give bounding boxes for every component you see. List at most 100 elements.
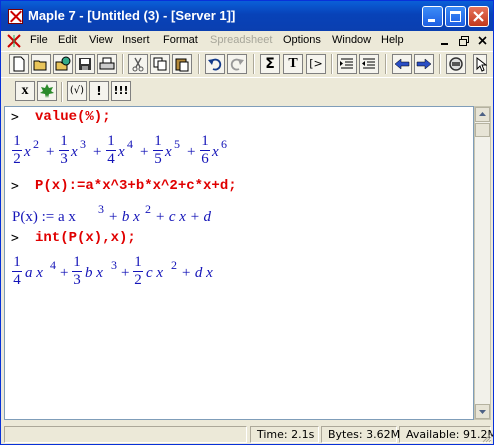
- prompt-marker: >: [11, 110, 19, 125]
- scroll-thumb[interactable]: [475, 123, 490, 137]
- prompt-marker: >: [11, 179, 19, 194]
- menu-insert[interactable]: Insert: [122, 34, 150, 46]
- prompt-marker: >: [11, 231, 19, 246]
- menu-edit[interactable]: Edit: [58, 34, 77, 46]
- worksheet[interactable]: > value(%); 12 x 2 + 13 x 3 + 14 x 4 + 1…: [4, 106, 474, 420]
- toolbar-separator: [331, 54, 333, 74]
- menu-spreadsheet: Spreadsheet: [210, 34, 273, 46]
- status-available: Available: 91.2M: [399, 426, 493, 443]
- open-button[interactable]: [31, 54, 51, 74]
- menu-help[interactable]: Help: [381, 34, 404, 46]
- copy-button[interactable]: [150, 54, 170, 74]
- input-line-3[interactable]: int(P(x),x);: [35, 230, 136, 246]
- toolbar-separator: [198, 54, 200, 74]
- insert-text-button[interactable]: T: [283, 54, 303, 74]
- redo-icon: [230, 58, 244, 71]
- help-cursor-icon: [476, 56, 487, 72]
- menu-window[interactable]: Window: [332, 34, 371, 46]
- new-document-button[interactable]: [9, 54, 29, 74]
- input-line-2[interactable]: P(x):=a*x^3+b*x^2+c*x+d;: [35, 178, 237, 194]
- window-title: Maple 7 - [Untitled (3) - [Server 1]]: [28, 8, 236, 23]
- fraction: 14: [12, 254, 22, 288]
- expand-section-button[interactable]: [337, 54, 357, 74]
- menu-view[interactable]: View: [89, 34, 113, 46]
- forward-icon: [416, 58, 432, 70]
- sqrt-check-icon: (√): [69, 85, 85, 96]
- text-icon: T: [288, 56, 298, 71]
- vertical-scrollbar[interactable]: [474, 106, 491, 420]
- prompt-icon: [>: [309, 57, 323, 70]
- validate-button[interactable]: (√): [67, 81, 87, 101]
- execute-icon: !: [96, 84, 102, 98]
- fraction: 12: [12, 133, 22, 167]
- doc-restore-icon[interactable]: [457, 34, 471, 48]
- fraction: 15: [153, 133, 163, 167]
- output-integral: 14 a x 4 + 13 b x 3 + 12 c x 2 + d x: [12, 254, 213, 288]
- status-time: Time: 2.1s: [250, 426, 319, 443]
- paste-button[interactable]: [172, 54, 192, 74]
- toolbar-separator: [122, 54, 124, 74]
- maximize-button[interactable]: [445, 6, 466, 27]
- fraction: 16: [200, 133, 210, 167]
- fraction: 13: [59, 133, 69, 167]
- undo-icon: [208, 58, 222, 71]
- new-document-icon: [13, 56, 25, 72]
- menu-file[interactable]: File: [30, 34, 48, 46]
- execute-all-button[interactable]: !!!: [111, 81, 131, 101]
- scroll-up-button[interactable]: [475, 107, 490, 122]
- toolbar-separator: [61, 82, 63, 102]
- context-help-button[interactable]: [473, 54, 487, 74]
- toolbar-separator: [439, 54, 441, 74]
- open-url-button[interactable]: [53, 54, 73, 74]
- math-variable-button[interactable]: x: [15, 81, 35, 101]
- document-menu-icon[interactable]: [7, 34, 21, 48]
- collapse-section-icon: [362, 58, 375, 69]
- execute-button[interactable]: !: [89, 81, 109, 101]
- context-toolbar: x (√) ! !!!: [1, 77, 493, 105]
- expand-section-icon: [340, 58, 353, 69]
- paste-icon: [175, 58, 189, 72]
- undo-button[interactable]: [205, 54, 225, 74]
- fraction: 13: [72, 254, 82, 288]
- arrow-up-icon: [479, 112, 486, 116]
- save-button[interactable]: [75, 54, 95, 74]
- menu-bar: File Edit View Insert Format Spreadsheet…: [1, 31, 493, 51]
- minimize-button[interactable]: [422, 6, 443, 27]
- fraction: 14: [106, 133, 116, 167]
- back-icon: [394, 58, 410, 70]
- x-icon: x: [21, 83, 29, 98]
- output-polynomial: P(x) := a x 3 + b x 2 + c x + d: [12, 202, 212, 225]
- doc-close-icon[interactable]: [476, 34, 490, 48]
- status-bar: Time: 2.1s Bytes: 3.62M Available: 91.2M: [1, 424, 493, 444]
- maple-app-icon[interactable]: [8, 9, 23, 24]
- menu-format[interactable]: Format: [163, 34, 198, 46]
- save-icon: [79, 58, 91, 70]
- stop-button[interactable]: [446, 54, 466, 74]
- execute-all-icon: !!!: [113, 84, 129, 97]
- input-line-1[interactable]: value(%);: [35, 109, 111, 125]
- close-button[interactable]: [468, 6, 489, 27]
- fraction: 12: [133, 254, 143, 288]
- arrow-down-icon: [479, 410, 486, 414]
- cut-icon: [132, 57, 144, 72]
- scroll-down-button[interactable]: [475, 404, 490, 419]
- print-icon: [99, 57, 115, 70]
- output-sum: 12 x 2 + 13 x 3 + 14 x 4 + 15 x 5 + 16 x…: [12, 133, 227, 167]
- sigma-icon: Σ: [265, 56, 275, 72]
- insert-math-button[interactable]: Σ: [260, 54, 280, 74]
- print-button[interactable]: [97, 54, 117, 74]
- title-bar[interactable]: Maple 7 - [Untitled (3) - [Server 1]]: [1, 1, 493, 31]
- insert-prompt-button[interactable]: [>: [306, 54, 326, 74]
- resize-grip-icon[interactable]: [480, 431, 492, 443]
- redo-button[interactable]: [227, 54, 247, 74]
- back-button[interactable]: [392, 54, 412, 74]
- collapse-section-button[interactable]: [359, 54, 379, 74]
- doc-minimize-icon[interactable]: [438, 34, 452, 48]
- copy-icon: [153, 57, 167, 71]
- forward-button[interactable]: [414, 54, 434, 74]
- maple-leaf-button[interactable]: [37, 81, 57, 101]
- cut-button[interactable]: [128, 54, 148, 74]
- status-bytes: Bytes: 3.62M: [321, 426, 400, 443]
- status-message: [4, 426, 247, 443]
- menu-options[interactable]: Options: [283, 34, 321, 46]
